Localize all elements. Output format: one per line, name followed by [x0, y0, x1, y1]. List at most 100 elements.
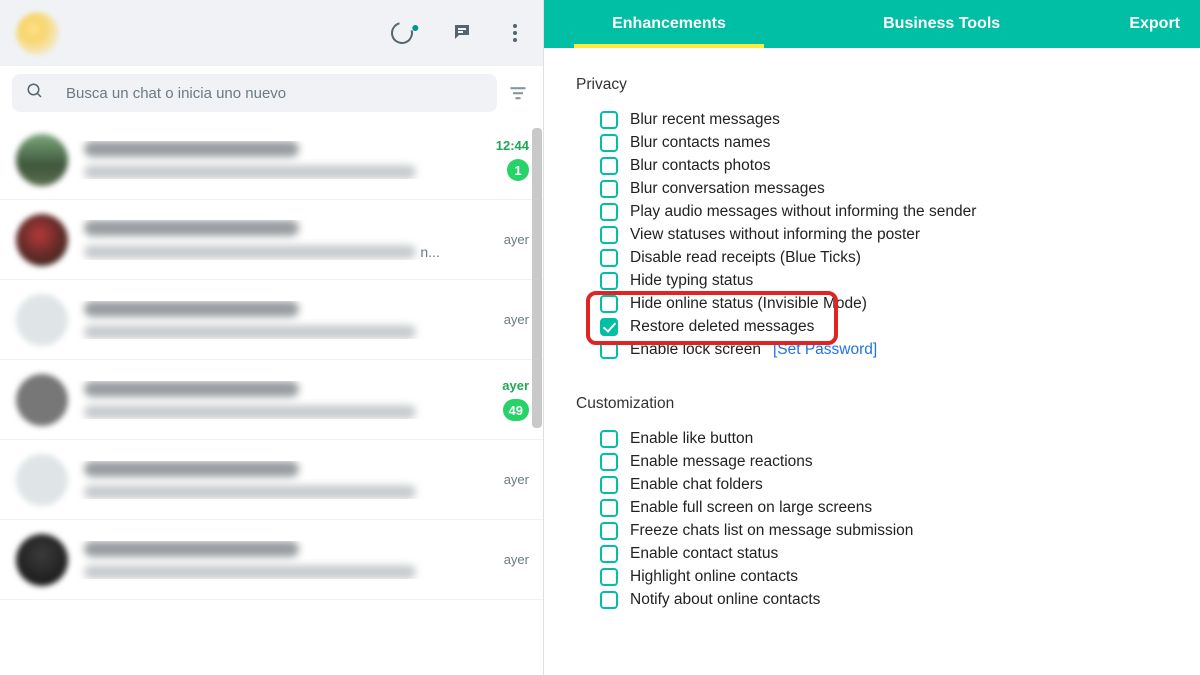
chat-row[interactable]: n... ayer — [0, 200, 543, 280]
customization-option[interactable]: Enable like button — [600, 427, 1200, 450]
chat-preview — [68, 141, 475, 179]
chat-time: ayer — [504, 472, 529, 487]
checkbox[interactable] — [600, 157, 618, 175]
customization-option[interactable]: Enable chat folders — [600, 473, 1200, 496]
chat-row[interactable]: ayer — [0, 280, 543, 360]
privacy-option[interactable]: Blur contacts photos — [600, 154, 1200, 177]
tab-label: Business Tools — [883, 15, 1000, 33]
checkbox[interactable] — [600, 568, 618, 586]
search-row — [0, 66, 543, 120]
checkbox[interactable] — [600, 180, 618, 198]
privacy-option[interactable]: Restore deleted messages — [600, 315, 1200, 338]
checkbox[interactable] — [600, 476, 618, 494]
option-label: Play audio messages without informing th… — [630, 203, 976, 221]
chat-avatar — [16, 134, 68, 186]
tab-export[interactable]: Export — [1089, 0, 1200, 48]
privacy-option[interactable]: Disable read receipts (Blue Ticks) — [600, 246, 1200, 269]
chat-preview-trail: n... — [420, 244, 439, 260]
settings-body: Privacy Blur recent messagesBlur contact… — [544, 48, 1200, 675]
chat-time: ayer — [502, 378, 529, 393]
checkbox[interactable] — [600, 591, 618, 609]
settings-pane: Enhancements Business Tools Export Priva… — [544, 0, 1200, 675]
chat-row[interactable]: ayer — [0, 440, 543, 520]
checkbox[interactable] — [600, 134, 618, 152]
customization-option[interactable]: Enable message reactions — [600, 450, 1200, 473]
option-label: Restore deleted messages — [630, 318, 814, 336]
privacy-option[interactable]: Blur recent messages — [600, 108, 1200, 131]
chat-row[interactable]: ayer — [0, 520, 543, 600]
scrollbar[interactable] — [531, 128, 543, 668]
checkbox[interactable] — [600, 272, 618, 290]
chat-preview — [68, 301, 475, 339]
chat-row[interactable]: ayer 49 — [0, 360, 543, 440]
checkbox[interactable] — [600, 249, 618, 267]
option-label: Blur contacts names — [630, 134, 770, 152]
privacy-option[interactable]: Hide online status (Invisible Mode) — [600, 292, 1200, 315]
tab-enhancements[interactable]: Enhancements — [544, 0, 794, 48]
checkbox[interactable] — [600, 203, 618, 221]
chat-list: 12:441 n... ayer ayer ayer 49 ayer ayer — [0, 120, 543, 675]
tab-bar: Enhancements Business Tools Export — [544, 0, 1200, 48]
search-input[interactable] — [66, 85, 483, 102]
option-label: Enable lock screen — [630, 341, 761, 359]
chat-avatar — [16, 374, 68, 426]
option-label: Highlight online contacts — [630, 568, 798, 586]
unread-badge: 49 — [503, 399, 529, 421]
customization-option[interactable]: Enable contact status — [600, 542, 1200, 565]
option-label: Freeze chats list on message submission — [630, 522, 913, 540]
chat-row[interactable]: 12:441 — [0, 120, 543, 200]
privacy-option[interactable]: View statuses without informing the post… — [600, 223, 1200, 246]
chat-time: ayer — [504, 552, 529, 567]
checkbox[interactable] — [600, 522, 618, 540]
option-label: Blur contacts photos — [630, 157, 770, 175]
option-label: Enable full screen on large screens — [630, 499, 872, 517]
chat-preview — [68, 461, 475, 499]
customization-option[interactable]: Highlight online contacts — [600, 565, 1200, 588]
section-title-customization: Customization — [576, 395, 1200, 413]
privacy-option[interactable]: Play audio messages without informing th… — [600, 200, 1200, 223]
checkbox[interactable] — [600, 295, 618, 313]
filter-icon[interactable] — [505, 83, 531, 103]
chat-time: ayer — [504, 232, 529, 247]
option-label: Enable contact status — [630, 545, 778, 563]
option-label: Enable chat folders — [630, 476, 763, 494]
checkbox[interactable] — [600, 545, 618, 563]
my-avatar[interactable] — [16, 12, 59, 55]
tab-label: Export — [1129, 15, 1180, 33]
option-label: Disable read receipts (Blue Ticks) — [630, 249, 861, 267]
customization-option[interactable]: Notify about online contacts — [600, 588, 1200, 611]
tab-business-tools[interactable]: Business Tools — [794, 0, 1089, 48]
privacy-option[interactable]: Enable lock screen [Set Password] — [600, 338, 1200, 361]
checkbox[interactable] — [600, 430, 618, 448]
checkbox[interactable] — [600, 341, 618, 359]
privacy-option[interactable]: Blur contacts names — [600, 131, 1200, 154]
checkbox[interactable] — [600, 111, 618, 129]
tab-label: Enhancements — [612, 15, 726, 33]
search-icon — [26, 82, 44, 105]
chat-preview — [68, 381, 475, 419]
customization-option[interactable]: Enable full screen on large screens — [600, 496, 1200, 519]
privacy-option[interactable]: Hide typing status — [600, 269, 1200, 292]
customization-option[interactable]: Freeze chats list on message submission — [600, 519, 1200, 542]
checkbox[interactable] — [600, 499, 618, 517]
option-label: Hide typing status — [630, 272, 753, 290]
checkbox[interactable] — [600, 318, 618, 336]
checkbox[interactable] — [600, 453, 618, 471]
option-label: Blur conversation messages — [630, 180, 825, 198]
status-icon[interactable] — [391, 22, 413, 44]
chat-sidebar: 12:441 n... ayer ayer ayer 49 ayer ayer — [0, 0, 544, 675]
privacy-option[interactable]: Blur conversation messages — [600, 177, 1200, 200]
menu-icon[interactable] — [513, 24, 517, 42]
option-label: View statuses without informing the post… — [630, 226, 920, 244]
sidebar-header — [0, 0, 543, 66]
search-box[interactable] — [12, 74, 497, 112]
checkbox[interactable] — [600, 226, 618, 244]
option-label: Notify about online contacts — [630, 591, 820, 609]
chat-avatar — [16, 534, 68, 586]
chat-time: 12:44 — [496, 138, 529, 153]
set-password-link[interactable]: [Set Password] — [773, 341, 877, 359]
new-chat-icon[interactable] — [451, 21, 475, 45]
chat-time: ayer — [504, 312, 529, 327]
option-label: Enable like button — [630, 430, 753, 448]
option-label: Hide online status (Invisible Mode) — [630, 295, 867, 313]
